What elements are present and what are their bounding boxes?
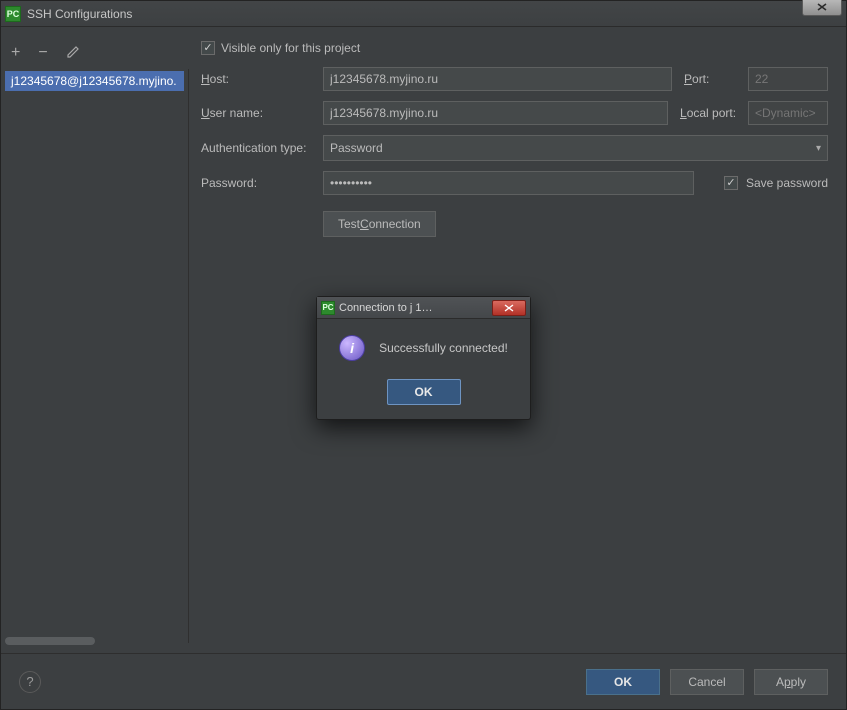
edit-config-button[interactable] (66, 45, 80, 63)
ssh-configurations-window: PC SSH Configurations + − j12345678@j123… (0, 0, 847, 710)
auth-type-select[interactable]: Password ▾ (323, 135, 828, 161)
app-icon: PC (321, 301, 335, 315)
close-icon (504, 304, 514, 312)
dialog-title: Connection to j 1… (339, 302, 488, 314)
auth-row: Authentication type: Password ▾ (201, 135, 828, 161)
username-row: User name: Local port: (201, 101, 828, 125)
app-icon: PC (5, 6, 21, 22)
dialog-footer: ? OK Cancel Apply (1, 653, 846, 709)
password-row: Password: Save password (201, 171, 828, 195)
localport-input[interactable] (748, 101, 828, 125)
help-button[interactable]: ? (19, 671, 41, 693)
connection-result-dialog: PC Connection to j 1… i Successfully con… (316, 296, 531, 420)
scrollbar-thumb[interactable] (5, 637, 95, 645)
visible-only-row: Visible only for this project (201, 41, 828, 57)
dialog-ok-button[interactable]: OK (387, 379, 461, 405)
titlebar[interactable]: PC SSH Configurations (1, 1, 846, 27)
dialog-titlebar[interactable]: PC Connection to j 1… (317, 297, 530, 319)
port-input[interactable] (748, 67, 828, 91)
port-label: Port: (680, 72, 740, 86)
username-label: User name: (201, 106, 315, 120)
sidebar: + − j12345678@j12345678.myjino. (1, 27, 188, 653)
test-connection-row: Test Connection (201, 211, 828, 237)
window-title: SSH Configurations (27, 7, 132, 21)
save-password-checkbox[interactable] (724, 176, 738, 190)
host-label: Host: (201, 72, 315, 86)
pencil-icon (66, 45, 80, 59)
dialog-body: i Successfully connected! OK (317, 319, 530, 419)
remove-config-button[interactable]: − (38, 45, 47, 63)
cancel-button[interactable]: Cancel (670, 669, 744, 695)
password-input[interactable] (323, 171, 694, 195)
sidebar-toolbar: + − (5, 45, 184, 71)
host-row: Host: Port: (201, 67, 828, 91)
localport-label: Local port: (676, 106, 740, 120)
window-close-button[interactable] (802, 0, 842, 16)
ok-button[interactable]: OK (586, 669, 660, 695)
close-icon (816, 2, 828, 12)
visible-only-label: Visible only for this project (221, 41, 360, 55)
dialog-message: Successfully connected! (379, 341, 508, 355)
host-input[interactable] (323, 67, 672, 91)
username-input[interactable] (323, 101, 668, 125)
save-password-label: Save password (746, 176, 828, 190)
test-connection-button[interactable]: Test Connection (323, 211, 436, 237)
auth-type-value: Password (330, 141, 383, 155)
visible-only-checkbox[interactable] (201, 41, 215, 55)
config-list[interactable]: j12345678@j12345678.myjino. (5, 71, 184, 637)
config-list-item[interactable]: j12345678@j12345678.myjino. (5, 71, 184, 91)
apply-button[interactable]: Apply (754, 669, 828, 695)
info-icon: i (339, 335, 365, 361)
sidebar-scrollbar[interactable] (5, 637, 184, 645)
password-label: Password: (201, 176, 315, 190)
auth-label: Authentication type: (201, 141, 315, 155)
dialog-close-button[interactable] (492, 300, 526, 316)
add-config-button[interactable]: + (11, 45, 20, 63)
chevron-down-icon: ▾ (816, 143, 821, 154)
